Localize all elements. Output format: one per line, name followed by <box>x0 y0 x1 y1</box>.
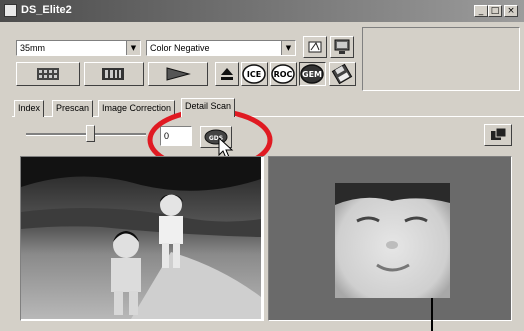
window-title: DS_Elite2 <box>21 4 72 16</box>
film-type-value: Color Negative <box>150 43 210 53</box>
film-strip-icon <box>37 68 59 80</box>
callout-line <box>431 298 433 331</box>
scan-button[interactable] <box>148 62 208 86</box>
zoom-slider-thumb[interactable] <box>86 125 95 142</box>
ice-icon: ICE <box>242 64 266 84</box>
windows-icon <box>491 127 507 140</box>
tab-index[interactable]: Index <box>14 100 45 117</box>
roc-icon: ROC <box>271 64 295 84</box>
scan-icon <box>166 67 191 81</box>
save-button[interactable] <box>329 62 356 86</box>
prescan-preview[interactable] <box>20 156 264 321</box>
detail-preview[interactable] <box>268 156 512 321</box>
children-photo <box>21 157 261 319</box>
preferences-button[interactable] <box>303 36 327 58</box>
diskette-icon <box>331 63 353 85</box>
face-closeup-photo <box>335 183 450 298</box>
roc-label: ROC <box>274 70 293 79</box>
prescan-button[interactable] <box>84 62 144 86</box>
settings-button[interactable] <box>330 36 354 58</box>
minimize-button[interactable]: _ <box>474 5 488 17</box>
index-scan-button[interactable] <box>16 62 80 86</box>
info-panel <box>362 27 520 91</box>
film-format-value: 35mm <box>20 43 46 53</box>
preferences-icon <box>308 41 322 53</box>
prescan-icon <box>102 68 124 80</box>
eject-icon <box>221 68 233 80</box>
ice-label: ICE <box>247 70 261 79</box>
app-icon <box>4 4 17 17</box>
display-mode-button[interactable] <box>484 124 512 146</box>
tab-prescan[interactable]: Prescan <box>52 100 94 117</box>
maximize-button[interactable]: □ <box>488 5 502 17</box>
gem-label: GEM <box>302 70 322 79</box>
close-button[interactable]: × <box>504 5 518 17</box>
ice-button[interactable]: ICE <box>241 62 268 86</box>
tab-detail-scan[interactable]: Detail Scan <box>181 98 236 117</box>
gem-icon: GEM <box>300 64 324 84</box>
gem-button[interactable]: GEM <box>299 62 326 86</box>
title-bar: DS_Elite2 _ □ × <box>0 0 524 22</box>
film-type-select[interactable]: Color Negative ▼ <box>146 40 296 56</box>
film-format-select[interactable]: 35mm ▼ <box>16 40 141 56</box>
chevron-down-icon: ▼ <box>281 41 295 55</box>
app-window: DS_Elite2 _ □ × 35mm ▼ Color Negative ▼ … <box>0 0 524 331</box>
eject-button[interactable] <box>215 62 239 86</box>
monitor-icon <box>334 39 350 54</box>
chevron-down-icon: ▼ <box>126 41 140 55</box>
roc-button[interactable]: ROC <box>270 62 297 86</box>
